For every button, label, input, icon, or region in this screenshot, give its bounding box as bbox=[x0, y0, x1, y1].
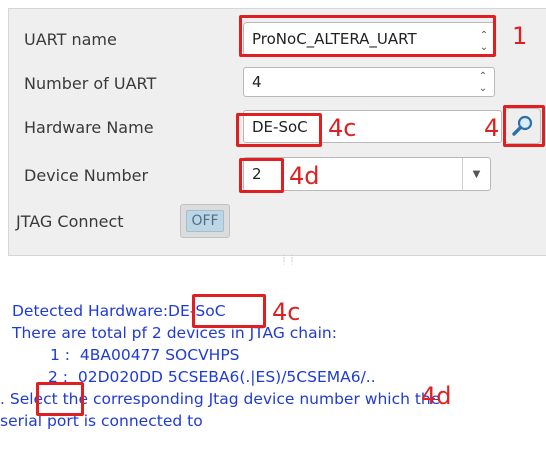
search-hardware-button[interactable] bbox=[505, 108, 541, 144]
toggle-state: OFF bbox=[186, 210, 224, 232]
splitter-grip-icon: ⋮⋮ ⋮⋮ bbox=[280, 253, 296, 266]
log-line-device-1: 1 : 4BA00477 SOCVHPS bbox=[12, 344, 546, 366]
annotation-4d-log: 4d bbox=[421, 382, 452, 410]
hardware-name-value: DE-SoC bbox=[252, 117, 308, 136]
number-of-uart-label: Number of UART bbox=[24, 74, 157, 93]
spin-arrows-icon[interactable]: ⌃ ⌄ bbox=[474, 71, 492, 95]
jtag-connect-label: JTAG Connect bbox=[16, 212, 124, 231]
annotation-1: 1 bbox=[512, 22, 528, 50]
magnifier-icon bbox=[512, 115, 533, 136]
device-number-dropdown[interactable]: 2 ▼ bbox=[243, 157, 491, 191]
detected-prefix: Detected Hardware: bbox=[12, 302, 169, 320]
log-line-serial: serial port is connected to bbox=[0, 412, 203, 430]
detected-value: DE-SoC bbox=[168, 302, 226, 320]
hardware-name-field[interactable]: DE-SoC bbox=[243, 110, 502, 143]
uart-name-value: ProNoC_ALTERA_UART bbox=[252, 30, 417, 48]
panel-splitter[interactable] bbox=[0, 258, 546, 266]
device-1-index: 1 : bbox=[50, 346, 71, 364]
number-of-uart-spinbox[interactable]: 4 ⌃ ⌄ bbox=[243, 67, 495, 97]
uart-name-select[interactable]: ProNoC_ALTERA_UART ⌃ ⌄ bbox=[243, 22, 496, 56]
chevron-down-icon: ▼ bbox=[462, 158, 490, 190]
device-2-text: 02D020DD 5CSEBA6(.|ES)/5CSEMA6/.. bbox=[77, 368, 376, 386]
jtag-connect-toggle[interactable]: OFF bbox=[180, 204, 230, 238]
log-line-device-2: 2 : 02D020DD 5CSEBA6(.|ES)/5CSEMA6/.. bbox=[12, 366, 546, 388]
log-line-select: . Select the corresponding Jtag device n… bbox=[0, 390, 441, 408]
annotation-4c-log: 4c bbox=[272, 298, 301, 326]
device-2-index: 2 : bbox=[48, 368, 69, 386]
hardware-name-label: Hardware Name bbox=[24, 118, 154, 137]
number-of-uart-value: 4 bbox=[252, 73, 262, 91]
device-number-value: 2 bbox=[252, 165, 262, 183]
annotation-4d-top: 4d bbox=[289, 162, 320, 190]
device-1-text: 4BA00477 SOCVHPS bbox=[79, 346, 240, 364]
annotation-4c-top: 4c bbox=[328, 114, 357, 142]
annotation-4: 4 bbox=[484, 114, 500, 142]
uart-name-label: UART name bbox=[24, 30, 117, 49]
up-down-arrows-icon: ⌃ ⌄ bbox=[479, 30, 489, 53]
device-number-label: Device Number bbox=[24, 166, 149, 185]
